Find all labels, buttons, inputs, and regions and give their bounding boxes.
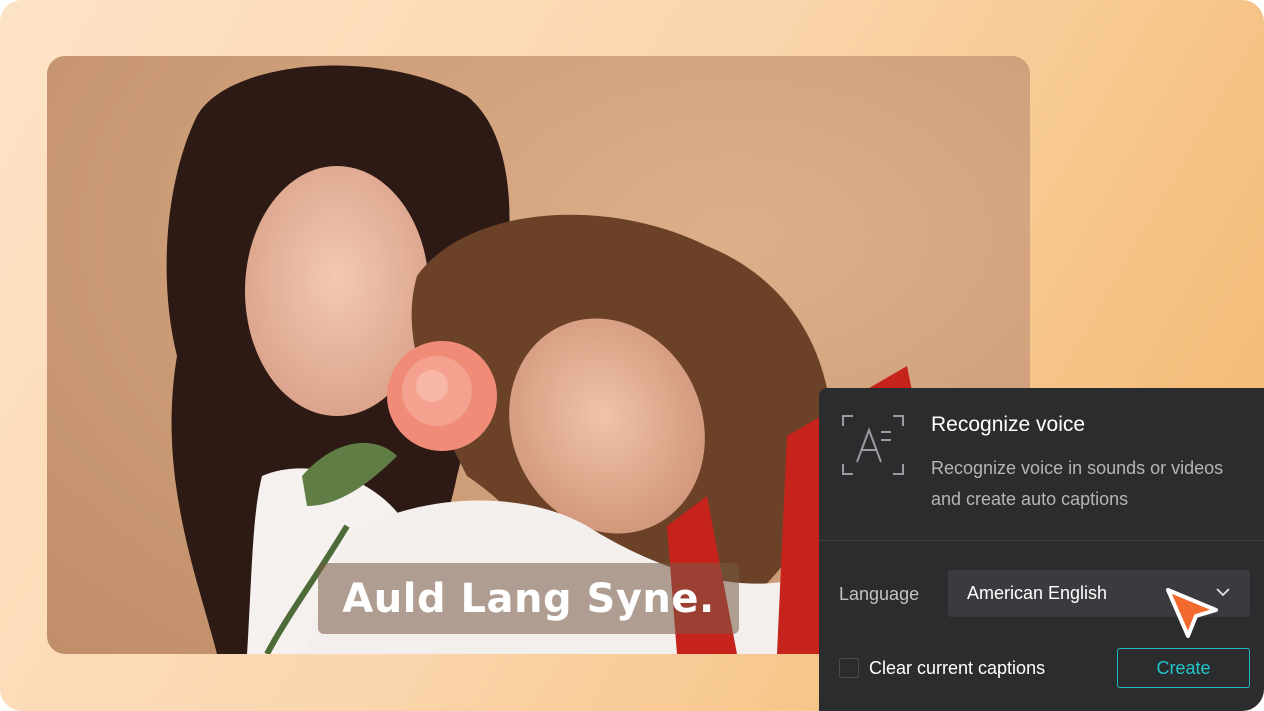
language-select-value: American English [967, 583, 1108, 603]
panel-divider [819, 540, 1264, 541]
caption-overlay[interactable]: Auld Lang Syne. [318, 563, 739, 634]
promo-stage: Auld Lang Syne. Recognize voice Recogniz… [0, 0, 1264, 711]
caption-text: Auld Lang Syne. [342, 575, 715, 622]
clear-captions-checkbox[interactable] [839, 658, 859, 678]
create-button[interactable]: Create [1117, 648, 1250, 688]
panel-title: Recognize voice [931, 413, 1086, 436]
panel-description: Recognize voice in sounds or videos and … [931, 458, 1224, 509]
cursor-arrow-icon [1166, 588, 1218, 638]
clear-captions-label[interactable]: Clear current captions [869, 658, 1045, 679]
language-label: Language [839, 584, 920, 604]
auto-caption-icon [842, 415, 904, 475]
recognize-voice-panel: Recognize voice Recognize voice in sound… [819, 388, 1264, 711]
